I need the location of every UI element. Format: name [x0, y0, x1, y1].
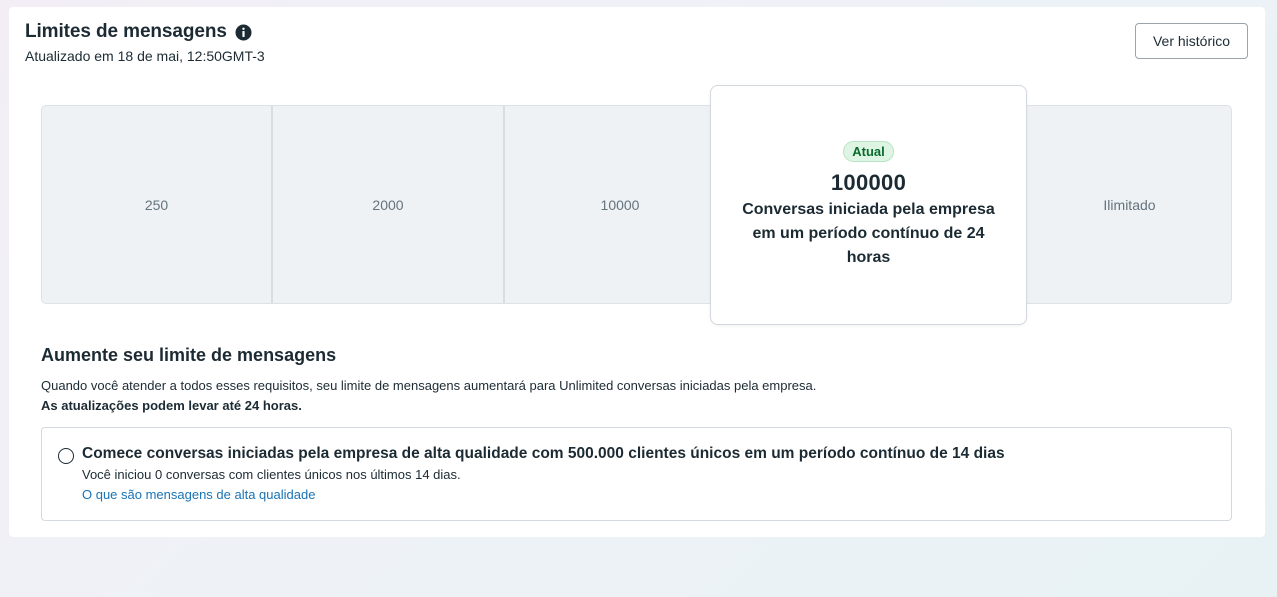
tier-10000: 10000: [600, 196, 640, 213]
tier-unlimited: Ilimitado: [1103, 196, 1156, 213]
title-row: Limites de mensagens: [25, 21, 265, 43]
requirement-radio[interactable]: [58, 448, 74, 464]
increase-title: Aumente seu limite de mensagens: [41, 345, 337, 365]
current-tier-card: Atual 100000 Conversas iniciada pela emp…: [710, 85, 1027, 325]
current-tier-value: 100000: [830, 169, 907, 195]
requirement-item: Comece conversas iniciadas pela empresa …: [41, 427, 1232, 521]
high-quality-link[interactable]: O que são mensagens de alta qualidade: [82, 487, 315, 502]
page-title: Limites de mensagens: [25, 21, 227, 42]
increase-limit-section: Aumente seu limite de mensagens Quando v…: [41, 345, 1232, 413]
tier-track: 250 2000 10000 Ilimitado: [41, 105, 1232, 304]
updated-timestamp: Atualizado em 18 de mai, 12:50GMT-3: [25, 48, 265, 64]
current-tier-description: Conversas iniciada pela empresa em um pe…: [742, 200, 995, 266]
tier-2000: 2000: [273, 106, 505, 303]
info-icon[interactable]: [235, 24, 252, 41]
requirement-text: Comece conversas iniciadas pela empresa …: [82, 445, 1005, 504]
current-badge: Atual: [843, 140, 894, 162]
tier-250: 250: [42, 106, 273, 303]
message-limits-card: Limites de mensagens Atualizado em 18 de…: [9, 7, 1265, 537]
increase-description: Quando você atender a todos esses requis…: [41, 378, 817, 393]
increase-note: As atualizações podem levar até 24 horas…: [41, 398, 302, 413]
history-button[interactable]: Ver histórico: [1135, 23, 1248, 59]
header: Limites de mensagens Atualizado em 18 de…: [25, 21, 265, 64]
requirement-subtitle: Você iniciou 0 conversas com clientes ún…: [82, 467, 461, 482]
requirement-title: Comece conversas iniciadas pela empresa …: [82, 445, 1005, 462]
